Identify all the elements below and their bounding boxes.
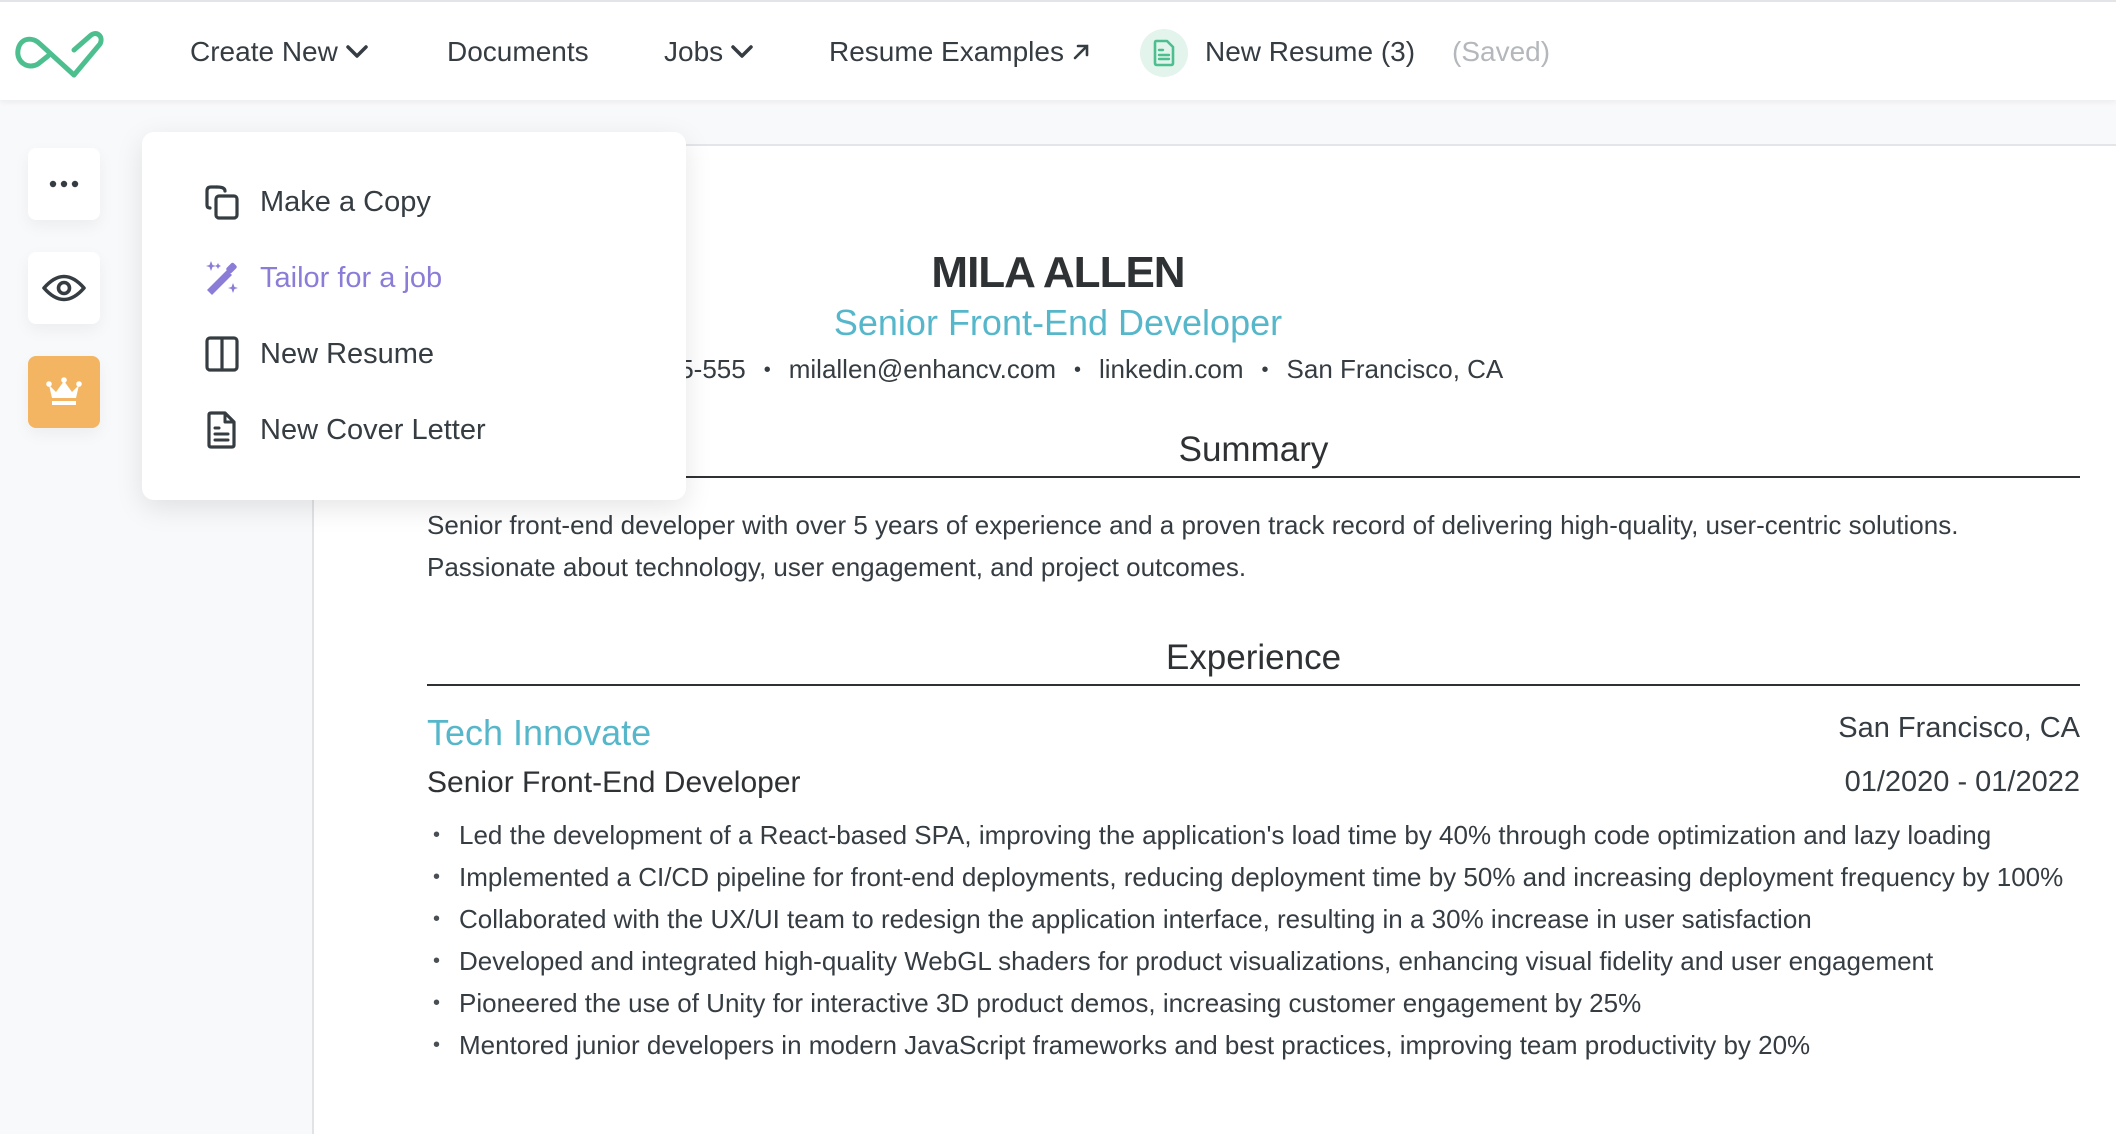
menu-item-make-copy[interactable]: Make a Copy <box>202 174 431 230</box>
top-navigation: Create New Documents Jobs Resume Example… <box>0 0 2116 100</box>
experience-role[interactable]: Senior Front-End Developer <box>427 766 801 800</box>
nav-resume-examples-label: Resume Examples <box>829 36 1064 67</box>
enhancv-logo[interactable] <box>14 28 106 80</box>
more-options-button[interactable] <box>28 148 100 220</box>
experience-dates[interactable]: 01/2020 - 01/2022 <box>1845 766 2080 799</box>
copy-icon <box>202 182 242 222</box>
experience-bullet[interactable]: Implemented a CI/CD pipeline for front-e… <box>427 856 2080 898</box>
nav-documents[interactable]: Documents <box>447 2 589 102</box>
summary-text[interactable]: Senior front-end developer with over 5 y… <box>427 504 2080 588</box>
experience-bullet[interactable]: Developed and integrated high-quality We… <box>427 940 2080 982</box>
contact-location[interactable]: San Francisco, CA <box>1287 354 1504 384</box>
contact-linkedin[interactable]: linkedin.com <box>1099 354 1244 384</box>
menu-item-new-cover-letter[interactable]: New Cover Letter <box>202 402 486 458</box>
chevron-down-icon <box>346 45 368 58</box>
experience-bullet[interactable]: Collaborated with the UX/UI team to rede… <box>427 898 2080 940</box>
chevron-down-icon <box>731 45 753 58</box>
experience-bullet[interactable]: Led the development of a React-based SPA… <box>427 814 2080 856</box>
experience-heading[interactable]: Experience <box>427 638 2080 686</box>
menu-item-label: New Resume <box>260 337 435 370</box>
document-icon <box>1153 39 1175 67</box>
magic-wand-icon <box>202 258 242 298</box>
separator-dot: • <box>763 359 771 381</box>
document-badge <box>1140 29 1188 77</box>
nav-resume-examples[interactable]: Resume Examples <box>829 2 1090 102</box>
experience-location[interactable]: San Francisco, CA <box>1838 712 2080 745</box>
experience-bullets: Led the development of a React-based SPA… <box>427 814 2080 1066</box>
experience-company[interactable]: Tech Innovate <box>427 712 651 754</box>
external-link-arrow-icon <box>1073 44 1089 60</box>
nav-jobs-label: Jobs <box>664 36 724 67</box>
menu-item-new-resume[interactable]: New Resume <box>202 326 434 382</box>
menu-item-label: New Cover Letter <box>260 413 486 446</box>
menu-item-label: Make a Copy <box>260 185 431 218</box>
separator-dot: • <box>1073 359 1081 381</box>
ellipsis-icon <box>49 180 79 188</box>
experience-bullet[interactable]: Mentored junior developers in modern Jav… <box>427 1024 2080 1066</box>
nav-documents-label: Documents <box>447 36 589 67</box>
more-options-menu: Make a Copy Tailor for a job New Resume <box>142 132 686 500</box>
nav-create-new-label: Create New <box>190 36 338 67</box>
menu-item-label: Tailor for a job <box>260 261 443 294</box>
document-title[interactable]: New Resume (3) <box>1205 2 1415 102</box>
nav-create-new[interactable]: Create New <box>190 2 368 102</box>
experience-bullet[interactable]: Pioneered the use of Unity for interacti… <box>427 982 2080 1024</box>
menu-item-tailor-for-job[interactable]: Tailor for a job <box>202 250 442 306</box>
separator-dot: • <box>1261 359 1269 381</box>
contact-email[interactable]: milallen@enhancv.com <box>789 354 1056 384</box>
nav-jobs[interactable]: Jobs <box>664 2 753 102</box>
columns-icon <box>202 334 242 374</box>
save-status: (Saved) <box>1452 36 1551 67</box>
file-text-icon <box>202 410 242 450</box>
